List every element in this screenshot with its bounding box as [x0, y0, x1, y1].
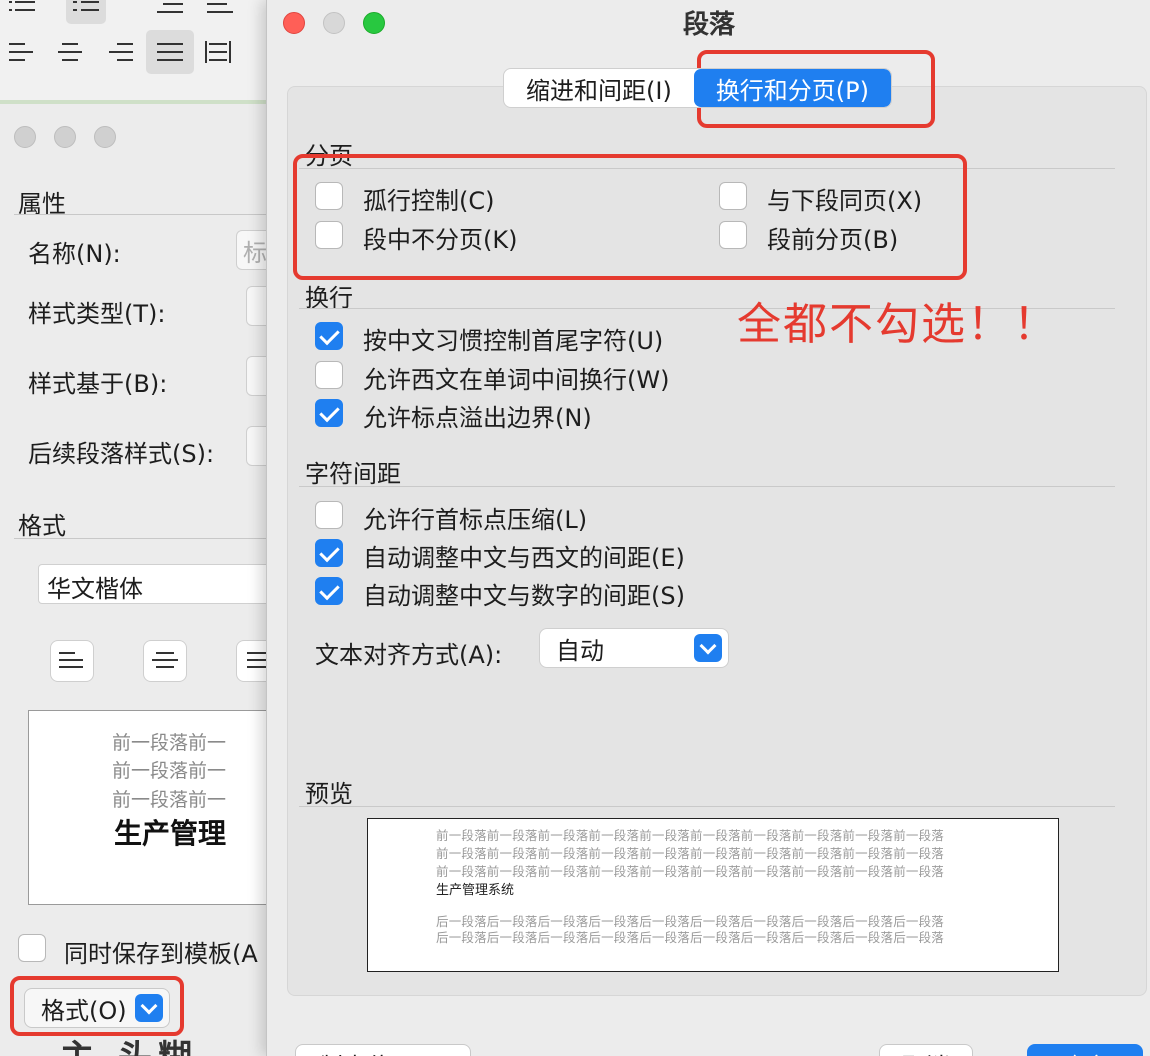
- bulleted-list-icon[interactable]: [2, 0, 42, 26]
- preview-main-text: 生产管理系统: [436, 883, 515, 898]
- justify-icon[interactable]: [146, 30, 194, 74]
- chinese-typography-checkbox[interactable]: [315, 322, 343, 350]
- align-center-button[interactable]: [143, 640, 187, 682]
- font-select[interactable]: 华文楷体: [38, 564, 278, 604]
- ok-button[interactable]: 确定: [1027, 1044, 1143, 1056]
- align-center-icon: [152, 650, 178, 672]
- annotation-text: 全都不勾选！！: [737, 299, 1059, 350]
- following-style-label: 后续段落样式(S):: [28, 440, 215, 468]
- text-alignment-label: 文本对齐方式(A):: [315, 641, 503, 669]
- compress-punctuation-checkbox[interactable]: [315, 501, 343, 529]
- save-to-template-checkbox[interactable]: [18, 934, 46, 962]
- char-spacing-section-title: 字符间距: [305, 460, 401, 488]
- align-left-icon[interactable]: [2, 34, 42, 70]
- window-controls: [14, 126, 116, 148]
- style-type-label: 样式类型(T):: [28, 300, 166, 328]
- divider: [299, 806, 1115, 807]
- preview-next-line: 后一段落后一段落后一段落后一段落后一段落后一段落后一段落后一段落后一段落后一段落: [436, 930, 945, 945]
- tabs-button[interactable]: 制表位(T)...: [295, 1044, 471, 1056]
- preview-prev-line: 前一段落前一: [112, 789, 227, 811]
- tab-bar: 缩进和间距(I) 换行和分页(P): [503, 68, 893, 108]
- zoom-icon[interactable]: [94, 126, 116, 148]
- divider: [14, 214, 284, 215]
- formatting-toolbar: [0, 0, 280, 100]
- preview-prev-line: 前一段落前一: [112, 732, 227, 754]
- paragraph-dialog: 段落 缩进和间距(I) 换行和分页(P) 分页 孤行控制(C) 与下段同页(X)…: [266, 0, 1150, 1056]
- chevron-down-icon: [694, 634, 722, 662]
- preview-prev-line: 前一段落前一段落前一段落前一段落前一段落前一段落前一段落前一段落前一段落前一段落: [436, 846, 945, 861]
- western-word-wrap-checkbox[interactable]: [315, 361, 343, 389]
- divider: [14, 538, 284, 539]
- preview-main-text: 生产管理: [114, 817, 227, 850]
- minimize-icon[interactable]: [54, 126, 76, 148]
- annotation-highlight-pagination: [293, 154, 967, 280]
- tab-indents-spacing[interactable]: 缩进和间距(I): [504, 69, 694, 107]
- hanging-punctuation-checkbox[interactable]: [315, 399, 343, 427]
- decrease-indent-icon[interactable]: [150, 0, 190, 24]
- text-alignment-value: 自动: [556, 636, 604, 665]
- preview-prev-line: 前一段落前一段落前一段落前一段落前一段落前一段落前一段落前一段落前一段落前一段落: [436, 828, 945, 843]
- auto-space-western-label: 自动调整中文与西文的间距(E): [363, 544, 685, 572]
- close-icon[interactable]: [14, 126, 36, 148]
- auto-space-western-checkbox[interactable]: [315, 539, 343, 567]
- preview-prev-line: 前一段落前一段落前一段落前一段落前一段落前一段落前一段落前一段落前一段落前一段落: [436, 864, 945, 879]
- based-on-label: 样式基于(B):: [28, 370, 168, 398]
- align-right-icon[interactable]: [100, 34, 140, 70]
- numbered-list-icon[interactable]: [66, 0, 106, 24]
- text-alignment-select[interactable]: 自动: [539, 628, 729, 668]
- align-left-button[interactable]: [50, 640, 94, 682]
- hanging-punctuation-label: 允许标点溢出边界(N): [363, 404, 592, 432]
- paragraph-preview-box: 前一段落前一段落前一段落前一段落前一段落前一段落前一段落前一段落前一段落前一段落…: [367, 818, 1059, 972]
- preview-prev-line: 前一段落前一: [112, 760, 227, 782]
- align-center-icon[interactable]: [50, 34, 90, 70]
- dialog-title: 段落: [682, 10, 735, 40]
- western-word-wrap-label: 允许西文在单词中间换行(W): [363, 366, 670, 394]
- auto-space-numbers-checkbox[interactable]: [315, 577, 343, 605]
- increase-indent-icon[interactable]: [200, 0, 240, 24]
- name-label: 名称(N):: [28, 240, 121, 268]
- tab-line-page-breaks[interactable]: 换行和分页(P): [693, 69, 892, 107]
- auto-space-numbers-label: 自动调整中文与数字的间距(S): [363, 582, 685, 610]
- document-text-fragment: 主 头糊: [60, 1030, 198, 1056]
- chinese-typography-label: 按中文习惯控制首尾字符(U): [363, 327, 664, 355]
- preview-section-title: 预览: [305, 780, 353, 808]
- save-to-template-label: 同时保存到模板(A: [64, 940, 258, 968]
- compress-punctuation-label: 允许行首标点压缩(L): [363, 506, 588, 534]
- annotation-highlight-format: [10, 976, 184, 1036]
- divider: [299, 486, 1115, 487]
- cancel-button[interactable]: 取消: [879, 1044, 973, 1056]
- distributed-icon[interactable]: [198, 34, 238, 70]
- align-left-icon: [59, 650, 85, 672]
- format-section-title: 格式: [18, 512, 66, 540]
